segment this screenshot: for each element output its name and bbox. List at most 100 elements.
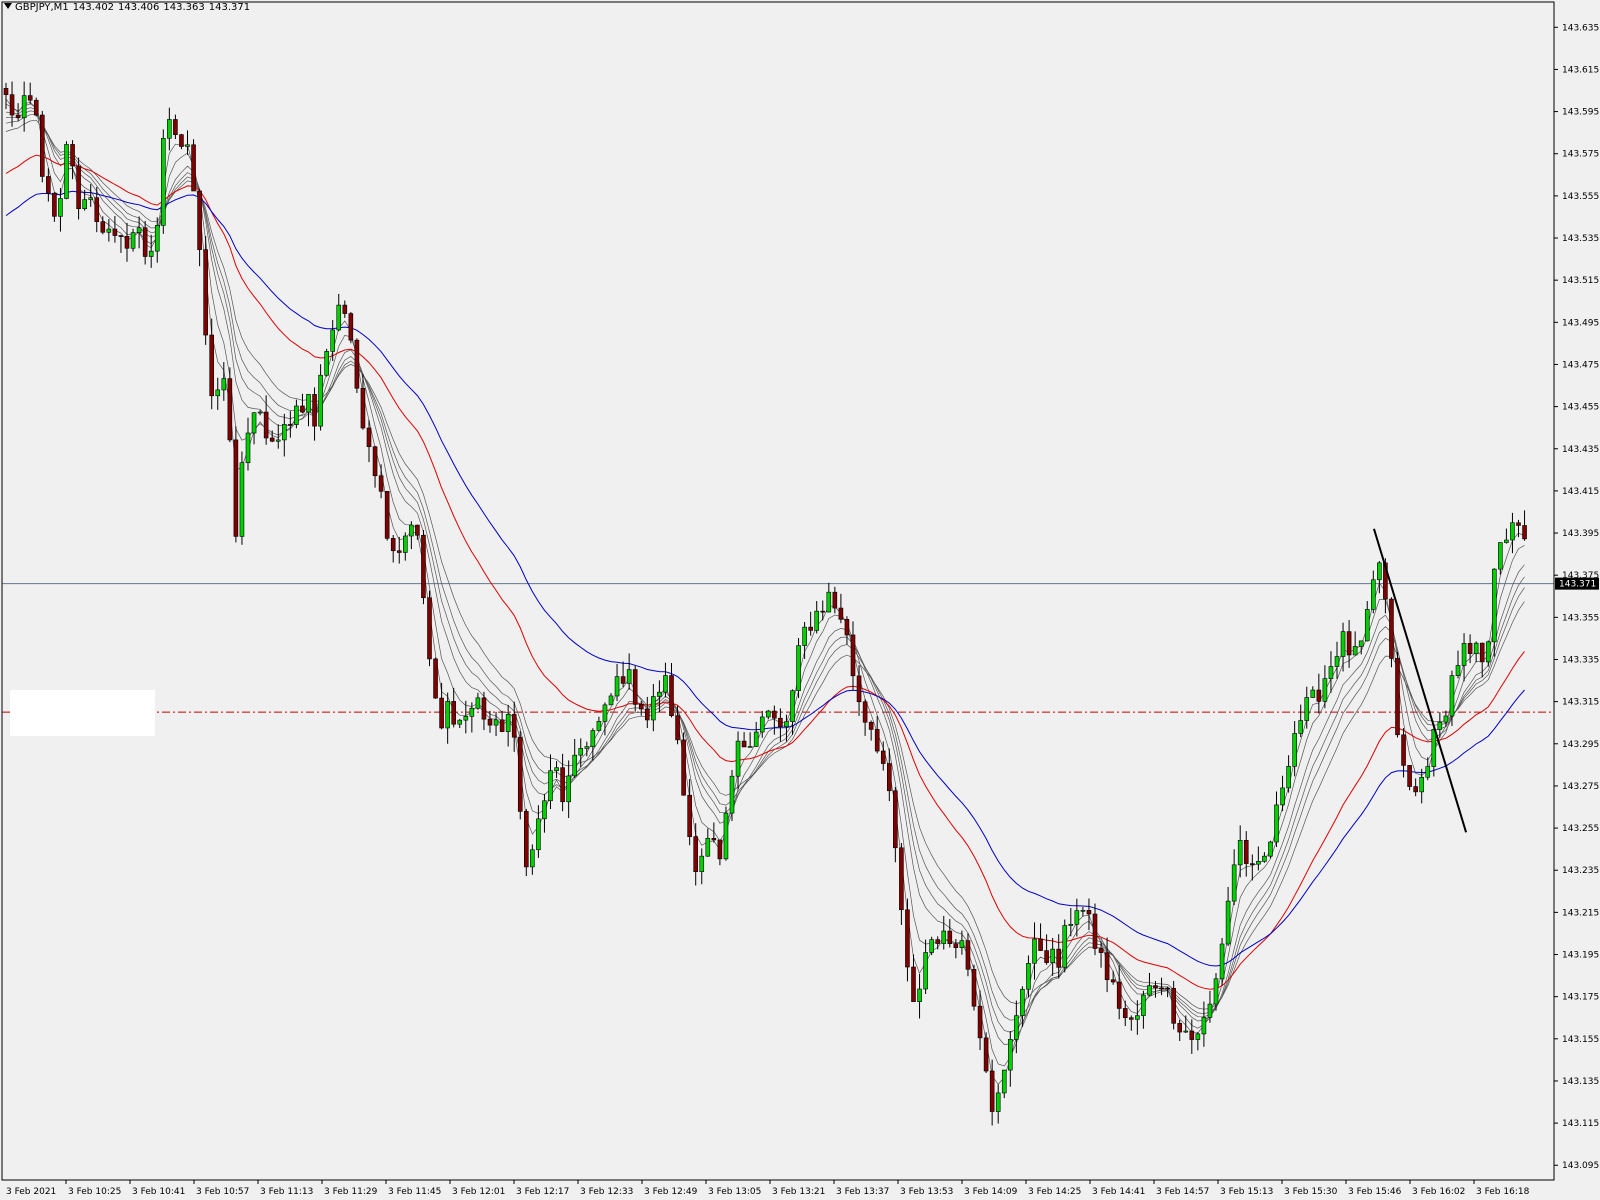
x-tick-label: 3 Feb 13:37	[836, 1187, 889, 1197]
candle-bear	[142, 227, 148, 257]
candle-bear	[1407, 765, 1412, 787]
candle-bull	[536, 818, 541, 851]
candle-bear	[1395, 658, 1400, 736]
x-tick-label: 3 Feb 12:17	[516, 1187, 569, 1197]
candle-bull	[154, 225, 160, 252]
y-tick-label: 143.515	[1562, 276, 1599, 286]
candle-bear	[1522, 525, 1527, 540]
x-tick-label: 3 Feb 10:25	[68, 1187, 121, 1197]
candle-bull	[802, 626, 807, 646]
candle-bull	[324, 351, 329, 376]
candle-bear	[384, 491, 390, 539]
candle-bull	[1201, 1017, 1207, 1035]
candle-bull	[596, 721, 602, 731]
y-tick-label: 143.175	[1562, 993, 1599, 1003]
candle-bear	[778, 717, 783, 727]
candle-bull	[215, 389, 221, 397]
candle-bear	[1116, 981, 1122, 1009]
candle-bear	[1038, 938, 1043, 951]
y-tick-label: 143.135	[1562, 1077, 1599, 1087]
candle-bear	[112, 228, 118, 236]
candle-bear	[9, 94, 15, 116]
x-tick-label: 3 Feb 10:57	[196, 1187, 249, 1197]
candle-bear	[832, 591, 838, 609]
candle-bear	[209, 334, 214, 397]
candle-bull	[1292, 733, 1297, 767]
candle-bear	[560, 767, 565, 803]
candle-bear	[632, 669, 638, 705]
candle-bear	[263, 411, 269, 439]
candle-bull	[1510, 522, 1515, 541]
candle-bull	[796, 645, 801, 691]
y-tick-label: 143.455	[1562, 403, 1599, 413]
candle-bull	[457, 719, 463, 725]
candle-bull	[318, 374, 323, 427]
candle-bear	[808, 626, 813, 631]
candle-bear	[233, 439, 239, 537]
candle-bull	[1492, 568, 1497, 643]
ohlc-high: 143.406	[118, 2, 160, 13]
candle-bull	[923, 952, 928, 990]
x-tick-label: 3 Feb 13:21	[772, 1187, 825, 1197]
candle-bull	[1461, 643, 1467, 666]
candle-bear	[46, 176, 51, 194]
y-tick-label: 143.295	[1562, 740, 1599, 750]
candle-bull	[1449, 675, 1455, 717]
candle-bull	[765, 710, 771, 718]
candle-bull	[475, 697, 481, 709]
candle-bear	[850, 634, 856, 677]
candle-bull	[1364, 609, 1370, 642]
candle-bull	[281, 424, 287, 441]
ema-line-45	[5, 190, 1525, 967]
y-tick-label: 143.255	[1562, 824, 1599, 834]
chart-window: 143.371 143.635 143.615 143.595 143.575 143.…	[0, 0, 1600, 1200]
candle-bull	[1377, 562, 1382, 581]
candle-bull	[1443, 715, 1449, 723]
candle-bear	[711, 837, 717, 841]
candle-bull	[161, 137, 166, 226]
candle-bull	[572, 754, 578, 777]
candle-bull	[1183, 1030, 1189, 1033]
candle-bull	[1020, 988, 1025, 1016]
candle-bull	[1068, 923, 1074, 926]
y-tick-label: 143.335	[1562, 655, 1599, 665]
candle-bull	[493, 719, 499, 726]
candle-bull	[566, 775, 571, 803]
candle-bear	[772, 710, 777, 719]
candle-bull	[548, 770, 553, 802]
candle-bear	[820, 610, 826, 613]
chevron-down-icon[interactable]	[4, 3, 12, 9]
candle-bull	[554, 767, 559, 771]
candle-bear	[1479, 642, 1485, 663]
candle-bear	[427, 597, 432, 660]
candle-bear	[983, 1037, 989, 1072]
candle-bear	[511, 714, 517, 738]
candle-bear	[354, 339, 360, 389]
x-tick-label: 3 Feb 14:09	[964, 1187, 1018, 1197]
candle-bear	[693, 836, 699, 872]
candle-bear	[197, 190, 202, 250]
y-tick-label: 143.475	[1562, 360, 1599, 370]
candle-bear	[741, 740, 747, 748]
candle-bear	[1250, 863, 1255, 865]
candle-bull	[1001, 1069, 1007, 1094]
x-tick-label: 3 Feb 14:57	[1156, 1187, 1209, 1197]
candle-bull	[148, 250, 154, 257]
ema-line-15	[5, 119, 1525, 1010]
candle-bear	[977, 1005, 983, 1039]
candle-bull	[790, 690, 795, 722]
candle-bull	[1280, 787, 1285, 806]
candle-bull	[257, 411, 263, 414]
x-tick-label: 3 Feb 12:01	[452, 1187, 505, 1197]
candle-bear	[481, 697, 487, 720]
candle-bull	[167, 119, 172, 139]
y-tick-label: 143.395	[1562, 529, 1599, 539]
candle-bear	[1171, 988, 1176, 1024]
candle-bear	[191, 144, 196, 192]
moving-averages	[5, 98, 1525, 1085]
axes: 143.635 143.615 143.595 143.575 143.555 143.5…	[1, 1, 1599, 1197]
candle-bull	[542, 800, 547, 820]
x-tick-label: 3 Feb 16:02	[1412, 1187, 1465, 1197]
y-tick-label: 143.495	[1562, 318, 1599, 328]
ema-line-12	[5, 114, 1525, 1021]
